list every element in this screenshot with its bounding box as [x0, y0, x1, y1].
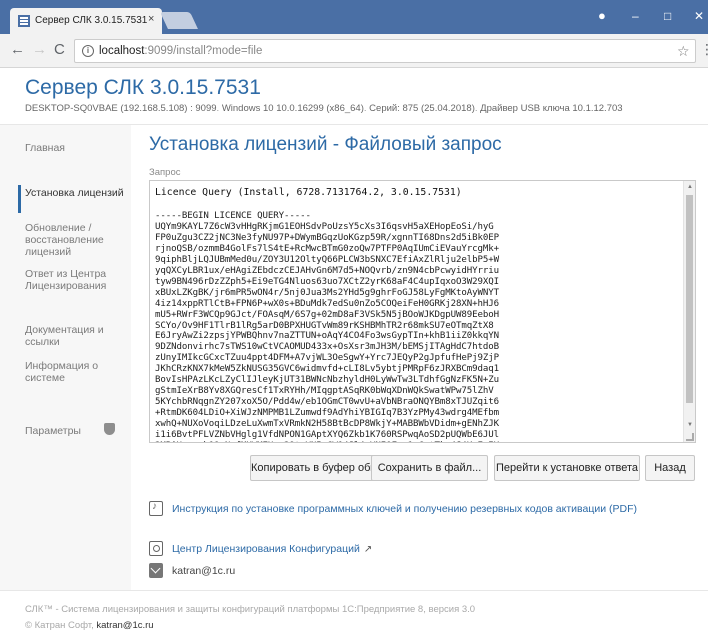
request-textarea[interactable]: Licence Query (Install, 6728.7131764.2, … [149, 180, 696, 443]
go-to-install-response-button[interactable]: Перейти к установке ответа [494, 455, 640, 481]
sidebar-item-center-response[interactable]: Ответ из Центра Лицензирования [25, 268, 125, 292]
footer-divider [0, 590, 708, 591]
licensing-center-icon [149, 541, 163, 556]
resize-grip-icon[interactable] [686, 433, 694, 441]
reload-icon[interactable]: C [54, 42, 65, 58]
new-tab-button[interactable] [160, 12, 198, 29]
sidebar-item-update-licenses[interactable]: Обновление / восстановление лицензий [25, 222, 125, 258]
tab-title: Сервер СЛК 3.0.15.7531 [35, 15, 148, 26]
close-window-button[interactable]: ✕ [694, 9, 704, 23]
shield-icon [104, 423, 115, 435]
mail-icon [149, 563, 163, 578]
browser-tab[interactable]: Сервер СЛК 3.0.15.7531 × [10, 8, 162, 34]
licensing-center-link[interactable]: Центр Лицензирования Конфигураций ↗ [172, 543, 372, 555]
sidebar-item-home[interactable]: Главная [25, 142, 125, 154]
scroll-down-icon[interactable]: ▼ [687, 422, 693, 428]
sidebar-item-documentation[interactable]: Документация и ссылки [25, 324, 125, 348]
server-host: DESKTOP-SQ0VBAE (192.168.5.108) : 9099 [25, 103, 217, 114]
scroll-thumb[interactable] [686, 195, 693, 403]
pdf-instruction-link[interactable]: Инструкция по установке программных ключ… [172, 503, 637, 515]
pdf-icon [149, 501, 163, 516]
request-body: -----BEGIN LICENCE QUERY----- UQYm9KAYL7… [155, 211, 499, 442]
url-path: :9099/install?mode=file [144, 45, 263, 57]
request-header-line: Licence Query (Install, 6728.7131764.2, … [155, 187, 462, 198]
back-button[interactable]: Назад [645, 455, 695, 481]
kebab-menu-icon[interactable]: ⋮ [700, 41, 708, 58]
profile-icon[interactable]: ● [598, 8, 606, 23]
forward-arrow-icon[interactable]: → [32, 42, 47, 58]
url-host: localhost [99, 45, 145, 57]
external-link-icon: ↗ [363, 544, 373, 555]
sidebar-active-indicator [18, 185, 21, 213]
url-text[interactable]: localhost:9099/install?mode=file [99, 45, 262, 57]
textarea-scrollbar[interactable]: ▲ ▼ [683, 181, 695, 442]
server-series: Серий: 875 (25.04.2018) [369, 103, 475, 114]
footer-email-link[interactable]: katran@1c.ru [96, 620, 153, 631]
copy-to-clipboard-button[interactable]: Копировать в буфер обмена [250, 455, 396, 481]
favicon-icon [18, 15, 30, 27]
usb-driver-version: Драйвер USB ключа 10.1.12.703 [480, 103, 623, 114]
minimize-button[interactable]: – [632, 9, 639, 23]
app-title: Сервер СЛК 3.0.15.7531 [25, 76, 261, 99]
footer-contact-line: © Катран Софт, katran@1c.ru [25, 620, 154, 631]
page-title: Установка лицензий - Файловый запрос [149, 134, 502, 155]
email-link[interactable]: katran@1c.ru [172, 565, 235, 577]
info-icon[interactable]: i [82, 45, 94, 57]
server-info: DESKTOP-SQ0VBAE (192.168.5.108) : 9099. … [25, 103, 623, 114]
sidebar-item-system-info[interactable]: Информация о системе [25, 360, 125, 384]
bookmark-star-icon[interactable]: ☆ [677, 43, 690, 60]
server-os: Windows 10 10.0.16299 (x86_64) [221, 103, 364, 114]
maximize-button[interactable]: □ [664, 9, 671, 23]
request-label: Запрос [149, 167, 181, 178]
save-to-file-button[interactable]: Сохранить в файл... [371, 455, 488, 481]
tab-close-icon[interactable]: × [148, 13, 154, 25]
footer-copyright-line: СЛК™ - Система лицензирования и защиты к… [25, 604, 476, 615]
back-arrow-icon[interactable]: ← [10, 42, 25, 58]
browser-titlebar: Сервер СЛК 3.0.15.7531 × ● – □ ✕ [0, 0, 708, 34]
browser-toolbar: ← → C i localhost:9099/install?mode=file… [0, 34, 708, 68]
sidebar-item-install-licenses[interactable]: Установка лицензий [25, 187, 125, 199]
scroll-up-icon[interactable]: ▲ [687, 184, 693, 190]
address-bar[interactable]: i localhost:9099/install?mode=file ☆ [74, 39, 696, 63]
